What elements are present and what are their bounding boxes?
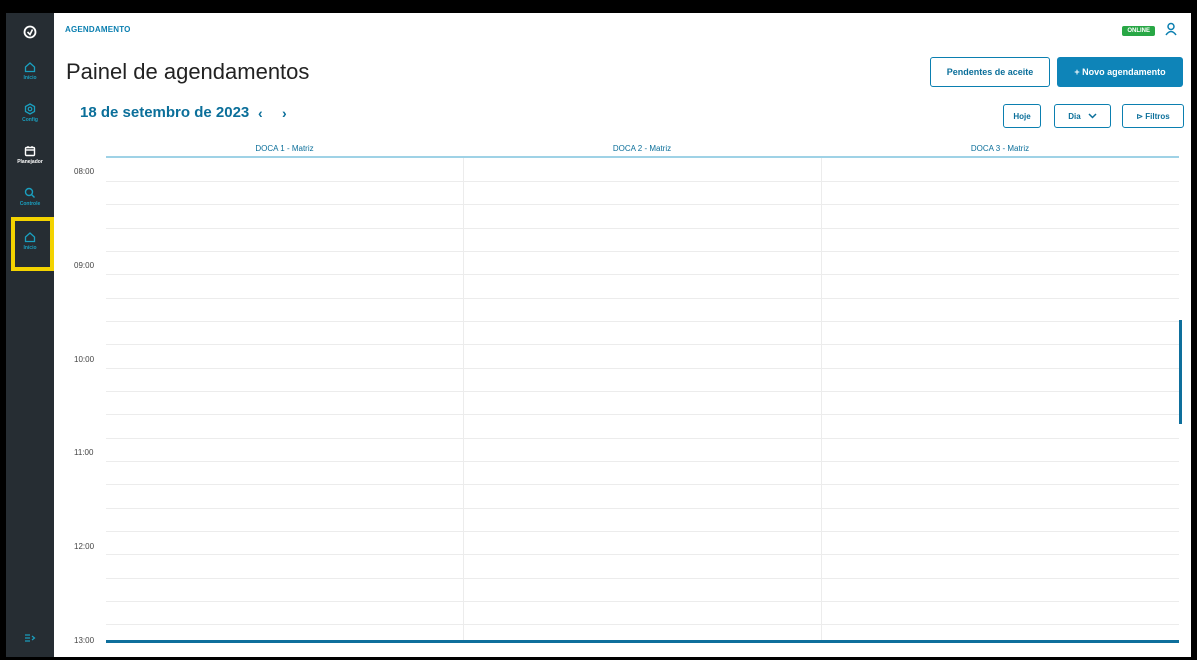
home-icon [24, 62, 36, 73]
grid-line [106, 344, 1179, 345]
grid-line [106, 601, 1179, 602]
sidebar: Início Config Planejador Controle Início [6, 13, 54, 657]
grid-line [106, 321, 1179, 322]
chevron-left-icon[interactable]: ‹ [258, 105, 263, 121]
sidebar-item-label: Config [22, 117, 38, 123]
grid-line [106, 274, 1179, 275]
grid-line [106, 624, 1179, 625]
user-menu[interactable] [1165, 22, 1177, 41]
grid-line [106, 484, 1179, 485]
calendar-icon [24, 146, 36, 157]
time-label: 13:00 [74, 636, 95, 645]
column-header: DOCA 2 - Matriz [463, 140, 821, 158]
user-icon [1165, 22, 1177, 36]
time-label: 10:00 [74, 355, 95, 364]
highlight-box [11, 217, 54, 271]
grid-line [106, 508, 1179, 509]
chevron-down-icon [1088, 113, 1097, 119]
grid-line [106, 578, 1179, 579]
settings-icon [24, 103, 36, 115]
calendar-grid[interactable] [106, 158, 1179, 643]
scrollbar-thumb[interactable] [1179, 320, 1182, 424]
sidebar-item-inicio[interactable]: Início [6, 61, 54, 105]
view-select[interactable]: Dia [1054, 104, 1111, 128]
app-window: Início Config Planejador Controle Início… [6, 13, 1191, 657]
sidebar-item-label: Planejador [17, 159, 43, 165]
chevron-right-icon[interactable]: › [282, 105, 287, 121]
page-title: Painel de agendamentos [66, 59, 310, 84]
grid-line [106, 461, 1179, 462]
grid-line [106, 368, 1179, 369]
column-divider [463, 158, 464, 643]
new-schedule-button[interactable]: + Novo agendamento [1057, 57, 1183, 87]
status-badge: ONLINE [1122, 26, 1155, 36]
sidebar-item-planejador[interactable]: Planejador [6, 145, 54, 189]
sidebar-item-label: Início [23, 75, 37, 81]
sidebar-expand[interactable] [6, 633, 54, 657]
view-select-value: Dia [1068, 111, 1081, 121]
logo-icon [23, 25, 37, 39]
today-button[interactable]: Hoje [1003, 104, 1041, 128]
grid-line [106, 181, 1179, 182]
current-date: 18 de setembro de 2023 [80, 104, 250, 121]
grid-line [106, 251, 1179, 252]
time-label: 12:00 [74, 542, 95, 551]
sidebar-item-label: Controle [19, 201, 41, 207]
grid-line [106, 298, 1179, 299]
column-divider [821, 158, 822, 643]
column-header: DOCA 3 - Matriz [821, 140, 1179, 158]
time-label: 11:00 [74, 448, 94, 457]
column-header: DOCA 1 - Matriz [106, 140, 463, 158]
sidebar-item-config[interactable]: Config [6, 103, 54, 147]
current-time-indicator [106, 640, 1179, 643]
filters-button[interactable]: ⊳ Filtros [1122, 104, 1184, 128]
app-title: AGENDAMENTO [65, 25, 131, 34]
search-icon [24, 187, 35, 198]
grid-line [106, 228, 1179, 229]
grid-line [106, 391, 1179, 392]
grid-line [106, 554, 1179, 555]
expand-menu-icon [25, 634, 36, 642]
grid-line [106, 438, 1179, 439]
time-label: 09:00 [74, 261, 95, 270]
pending-acceptance-button[interactable]: Pendentes de aceite [930, 57, 1050, 87]
grid-line [106, 414, 1179, 415]
grid-line [106, 204, 1179, 205]
time-label: 08:00 [74, 167, 95, 176]
grid-line [106, 531, 1179, 532]
